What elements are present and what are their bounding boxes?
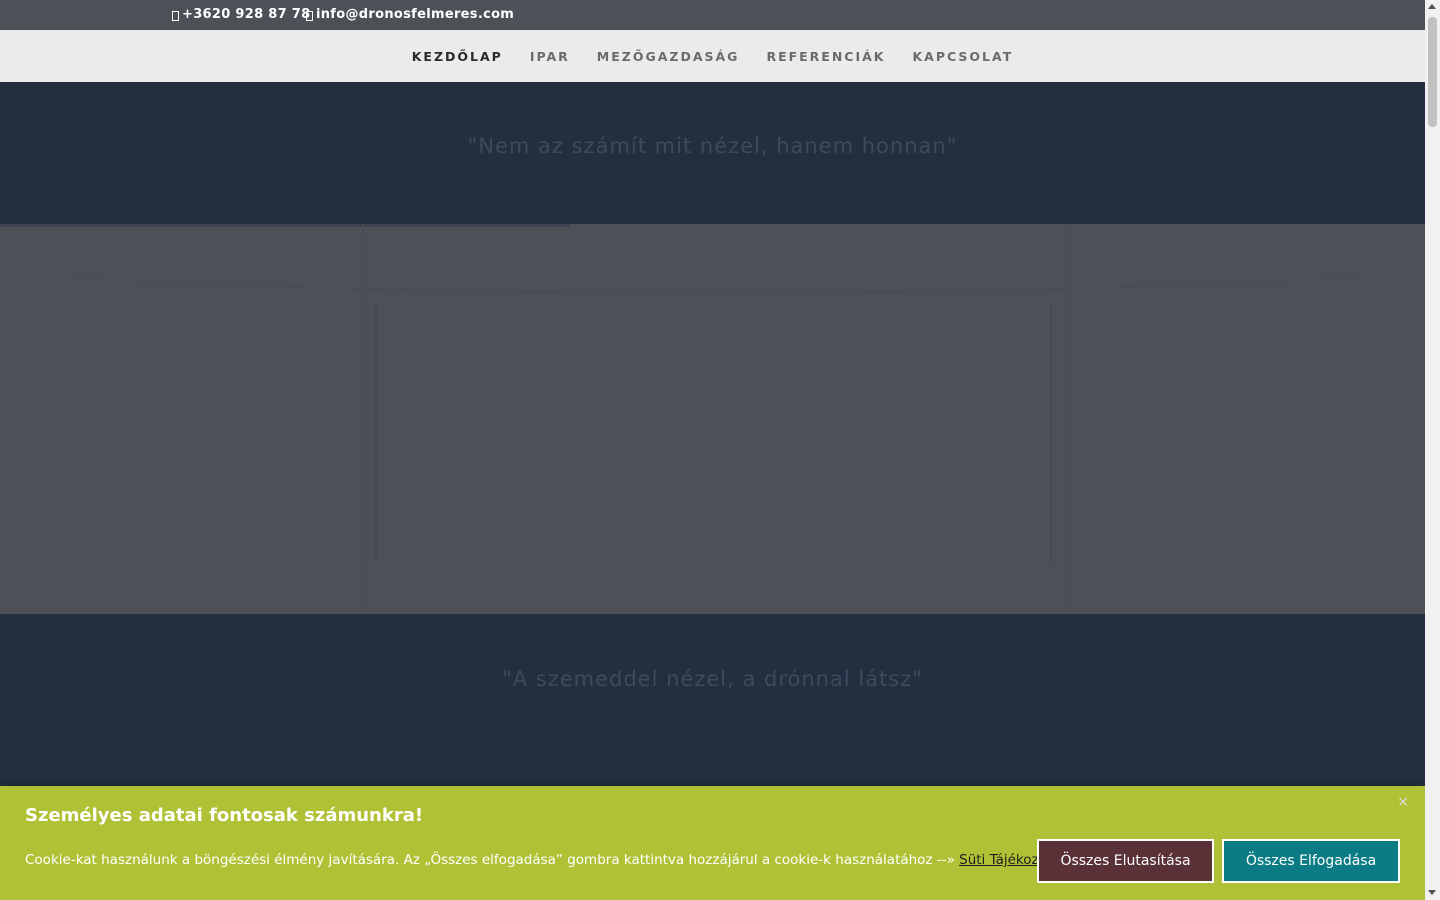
- nav-item-kezdolap[interactable]: KEZDŐLAP: [412, 49, 503, 64]
- scrollbar-thumb[interactable]: [1428, 17, 1437, 127]
- main-navigation: KEZDŐLAP IPAR MEZŐGAZDASÁG REFERENCIÁK K…: [0, 30, 1425, 82]
- phone-icon: [172, 11, 179, 21]
- cookie-banner-title: Személyes adatai fontosak számunkra!: [25, 805, 424, 826]
- quote-section-top: "Nem az számít mit nézel, hanem honnan": [0, 82, 1425, 224]
- scroll-down-arrow-icon[interactable]: [1428, 890, 1436, 895]
- hero-decorative-arc: [0, 224, 1425, 294]
- quote-text-top: "Nem az számít mit nézel, hanem honnan": [467, 134, 958, 158]
- phone-contact[interactable]: +3620 928 87 78: [172, 7, 310, 22]
- phone-number[interactable]: +3620 928 87 78: [182, 7, 310, 22]
- hero-column-line: [1066, 224, 1068, 614]
- quote-section-bottom: "A szemeddel nézel, a drónnal látsz": [0, 614, 1425, 786]
- top-contact-bar: +3620 928 87 78 info@dronosfelmeres.com: [0, 0, 1425, 30]
- cookie-consent-banner: Személyes adatai fontosak számunkra! × C…: [0, 786, 1425, 900]
- quote-text-bottom: "A szemeddel nézel, a drónnal látsz": [502, 667, 923, 691]
- reject-all-button[interactable]: Összes Elutasítása: [1037, 839, 1214, 883]
- nav-item-ipar[interactable]: IPAR: [530, 49, 570, 64]
- close-icon[interactable]: ×: [1397, 794, 1409, 810]
- nav-item-mezogazdasag[interactable]: MEZŐGAZDASÁG: [597, 49, 740, 64]
- hero-inner-line: [375, 302, 377, 564]
- nav-item-referenciak[interactable]: REFERENCIÁK: [766, 49, 885, 64]
- hero-column-line: [362, 224, 364, 614]
- scroll-up-arrow-icon[interactable]: [1428, 4, 1436, 9]
- page-scrollbar[interactable]: [1425, 0, 1440, 900]
- hero-inner-line: [1050, 302, 1052, 564]
- accept-all-button[interactable]: Összes Elfogadása: [1222, 839, 1400, 883]
- cookie-banner-message: Cookie-kat használunk a böngészési élmén…: [25, 852, 955, 868]
- envelope-icon: [306, 11, 313, 21]
- email-address[interactable]: info@dronosfelmeres.com: [316, 7, 514, 22]
- nav-item-kapcsolat[interactable]: KAPCSOLAT: [913, 49, 1014, 64]
- hero-slider[interactable]: [0, 224, 1425, 614]
- cookie-banner-text: Cookie-kat használunk a böngészési élmén…: [25, 852, 1066, 868]
- email-contact[interactable]: info@dronosfelmeres.com: [306, 7, 514, 22]
